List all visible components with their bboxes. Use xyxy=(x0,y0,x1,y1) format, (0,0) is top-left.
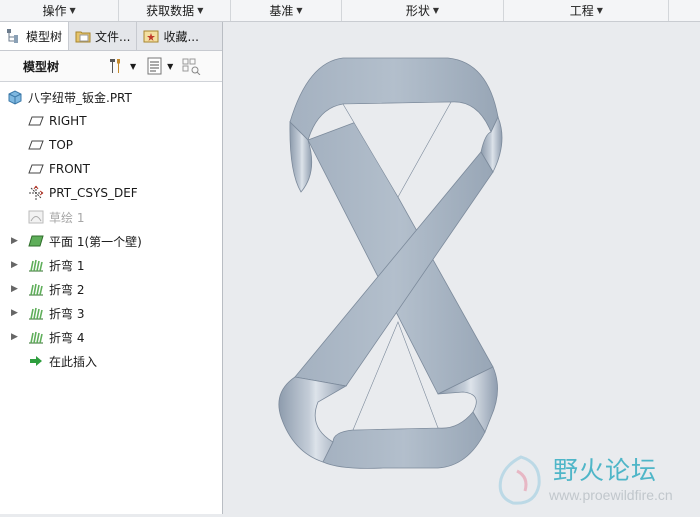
tree-item-flat-wall[interactable]: ▶ 平面 1(第一个壁) xyxy=(0,229,222,253)
tab-file-browser[interactable]: 文件... xyxy=(69,22,138,50)
tree-item-label: PRT_CSYS_DEF xyxy=(49,186,138,200)
navigator-panel: 模型树 文件... 收藏... 模型树 ▼ ▼ 八字纽带_钣金.PRT RIGH… xyxy=(0,22,223,514)
tree-item-label: 折弯 1 xyxy=(49,258,85,273)
tree-item-datum-right[interactable]: RIGHT xyxy=(0,109,222,133)
ribbon-group-label: 工程 xyxy=(569,4,594,18)
tree-item-label: 折弯 2 xyxy=(49,282,85,297)
chevron-down-icon: ▼ xyxy=(130,61,137,71)
ribbon-group-bar: 操作 ▼ 获取数据 ▼ 基准 ▼ 形状 ▼ 工程 ▼ xyxy=(0,0,700,22)
model-tree: 八字纽带_钣金.PRT RIGHT TOP FRONT PRT_CSYS_DEF… xyxy=(0,82,222,373)
tab-label: 收藏... xyxy=(163,29,199,44)
chevron-down-icon: ▼ xyxy=(69,6,76,15)
watermark-url: www.proewildfire.cn xyxy=(549,487,673,503)
expand-arrow-icon[interactable]: ▶ xyxy=(11,260,18,270)
ribbon-group-label: 形状 xyxy=(405,4,430,18)
watermark-logo-icon xyxy=(498,455,541,505)
tree-item-datum-front[interactable]: FRONT xyxy=(0,157,222,181)
ribbon-group-shapes[interactable]: 形状 ▼ xyxy=(342,0,505,21)
tab-model-tree[interactable]: 模型树 xyxy=(0,22,70,50)
tree-item-bend-2[interactable]: ▶ 折弯 2 xyxy=(0,277,222,301)
ribbon-group-operations[interactable]: 操作 ▼ xyxy=(0,0,120,21)
bend-icon xyxy=(29,307,43,320)
model-tree-icon xyxy=(7,29,18,43)
navigator-tabs: 模型树 文件... 收藏... xyxy=(0,22,222,51)
settings-button[interactable]: ▼ xyxy=(107,57,136,75)
show-button[interactable]: ▼ xyxy=(146,57,173,75)
datum-plane-icon xyxy=(28,164,44,174)
datum-plane-icon xyxy=(28,116,44,126)
part-icon xyxy=(8,90,22,105)
tree-item-label: FRONT xyxy=(49,162,90,176)
sketch-icon xyxy=(28,210,44,224)
ribbon-group-engineering[interactable]: 工程 ▼ xyxy=(504,0,670,21)
tree-filter-button[interactable] xyxy=(181,57,201,75)
chevron-down-icon: ▼ xyxy=(432,6,440,15)
tree-item-bend-3[interactable]: ▶ 折弯 3 xyxy=(0,301,222,325)
chevron-down-icon: ▼ xyxy=(296,6,303,15)
ribbon-group-datum[interactable]: 基准 ▼ xyxy=(231,0,342,21)
tree-item-datum-top[interactable]: TOP xyxy=(0,133,222,157)
coordinate-system-icon xyxy=(29,185,44,200)
tree-item-label: 平面 1(第一个壁) xyxy=(49,234,142,249)
tree-item-bend-4[interactable]: ▶ 折弯 4 xyxy=(0,325,222,349)
tree-item-bend-1[interactable]: ▶ 折弯 1 xyxy=(0,253,222,277)
model-tree-label: 模型树 xyxy=(23,59,60,74)
tree-item-label: 折弯 3 xyxy=(49,306,85,321)
favorites-icon xyxy=(143,30,159,43)
bend-icon xyxy=(29,259,43,272)
tree-item-insert-here[interactable]: 在此插入 xyxy=(0,349,222,373)
ribbon-group-label: 操作 xyxy=(42,4,67,18)
folder-icon xyxy=(75,31,91,43)
expand-arrow-icon[interactable]: ▶ xyxy=(11,284,18,294)
list-icon xyxy=(147,57,162,75)
ribbon-group-label: 获取数据 xyxy=(146,4,195,18)
bend-icon xyxy=(29,331,43,344)
tab-label: 文件... xyxy=(95,29,131,44)
model-tree-toolbar: 模型树 ▼ ▼ xyxy=(0,51,222,82)
graphics-viewport[interactable] xyxy=(223,22,700,514)
expand-arrow-icon[interactable]: ▶ xyxy=(11,236,18,246)
tools-icon xyxy=(110,59,120,73)
sheetmetal-figure-eight-ribbon xyxy=(278,57,503,469)
tree-item-root-part[interactable]: 八字纽带_钣金.PRT xyxy=(0,85,222,109)
datum-plane-icon xyxy=(28,140,44,150)
bend-icon xyxy=(29,283,43,296)
tree-item-label: 折弯 4 xyxy=(49,330,85,345)
expand-arrow-icon[interactable]: ▶ xyxy=(11,308,18,318)
tab-favorites[interactable]: 收藏... xyxy=(137,22,204,50)
tree-item-sketch[interactable]: 草绘 1 xyxy=(0,205,222,229)
expand-arrow-icon[interactable]: ▶ xyxy=(11,332,18,342)
ribbon-spacer xyxy=(669,0,700,21)
insert-arrow-icon xyxy=(30,356,42,366)
chevron-down-icon: ▼ xyxy=(167,61,174,71)
tree-item-label: RIGHT xyxy=(49,114,87,128)
tab-label: 模型树 xyxy=(26,29,63,44)
chevron-down-icon: ▼ xyxy=(197,6,204,15)
flat-wall-icon xyxy=(28,235,44,247)
filter-grid-icon xyxy=(182,58,201,75)
forum-watermark: 野火论坛 www.proewildfire.cn xyxy=(489,447,699,514)
tree-item-label: 草绘 1 xyxy=(49,210,85,225)
watermark-title: 野火论坛 xyxy=(553,456,658,485)
ribbon-group-get-data[interactable]: 获取数据 ▼ xyxy=(119,0,232,21)
tree-item-label: TOP xyxy=(49,138,74,152)
tree-item-csys[interactable]: PRT_CSYS_DEF xyxy=(0,181,222,205)
chevron-down-icon: ▼ xyxy=(596,6,603,15)
tree-item-label: 在此插入 xyxy=(49,354,98,369)
ribbon-group-label: 基准 xyxy=(269,4,294,18)
tree-item-label: 八字纽带_钣金.PRT xyxy=(28,90,132,105)
